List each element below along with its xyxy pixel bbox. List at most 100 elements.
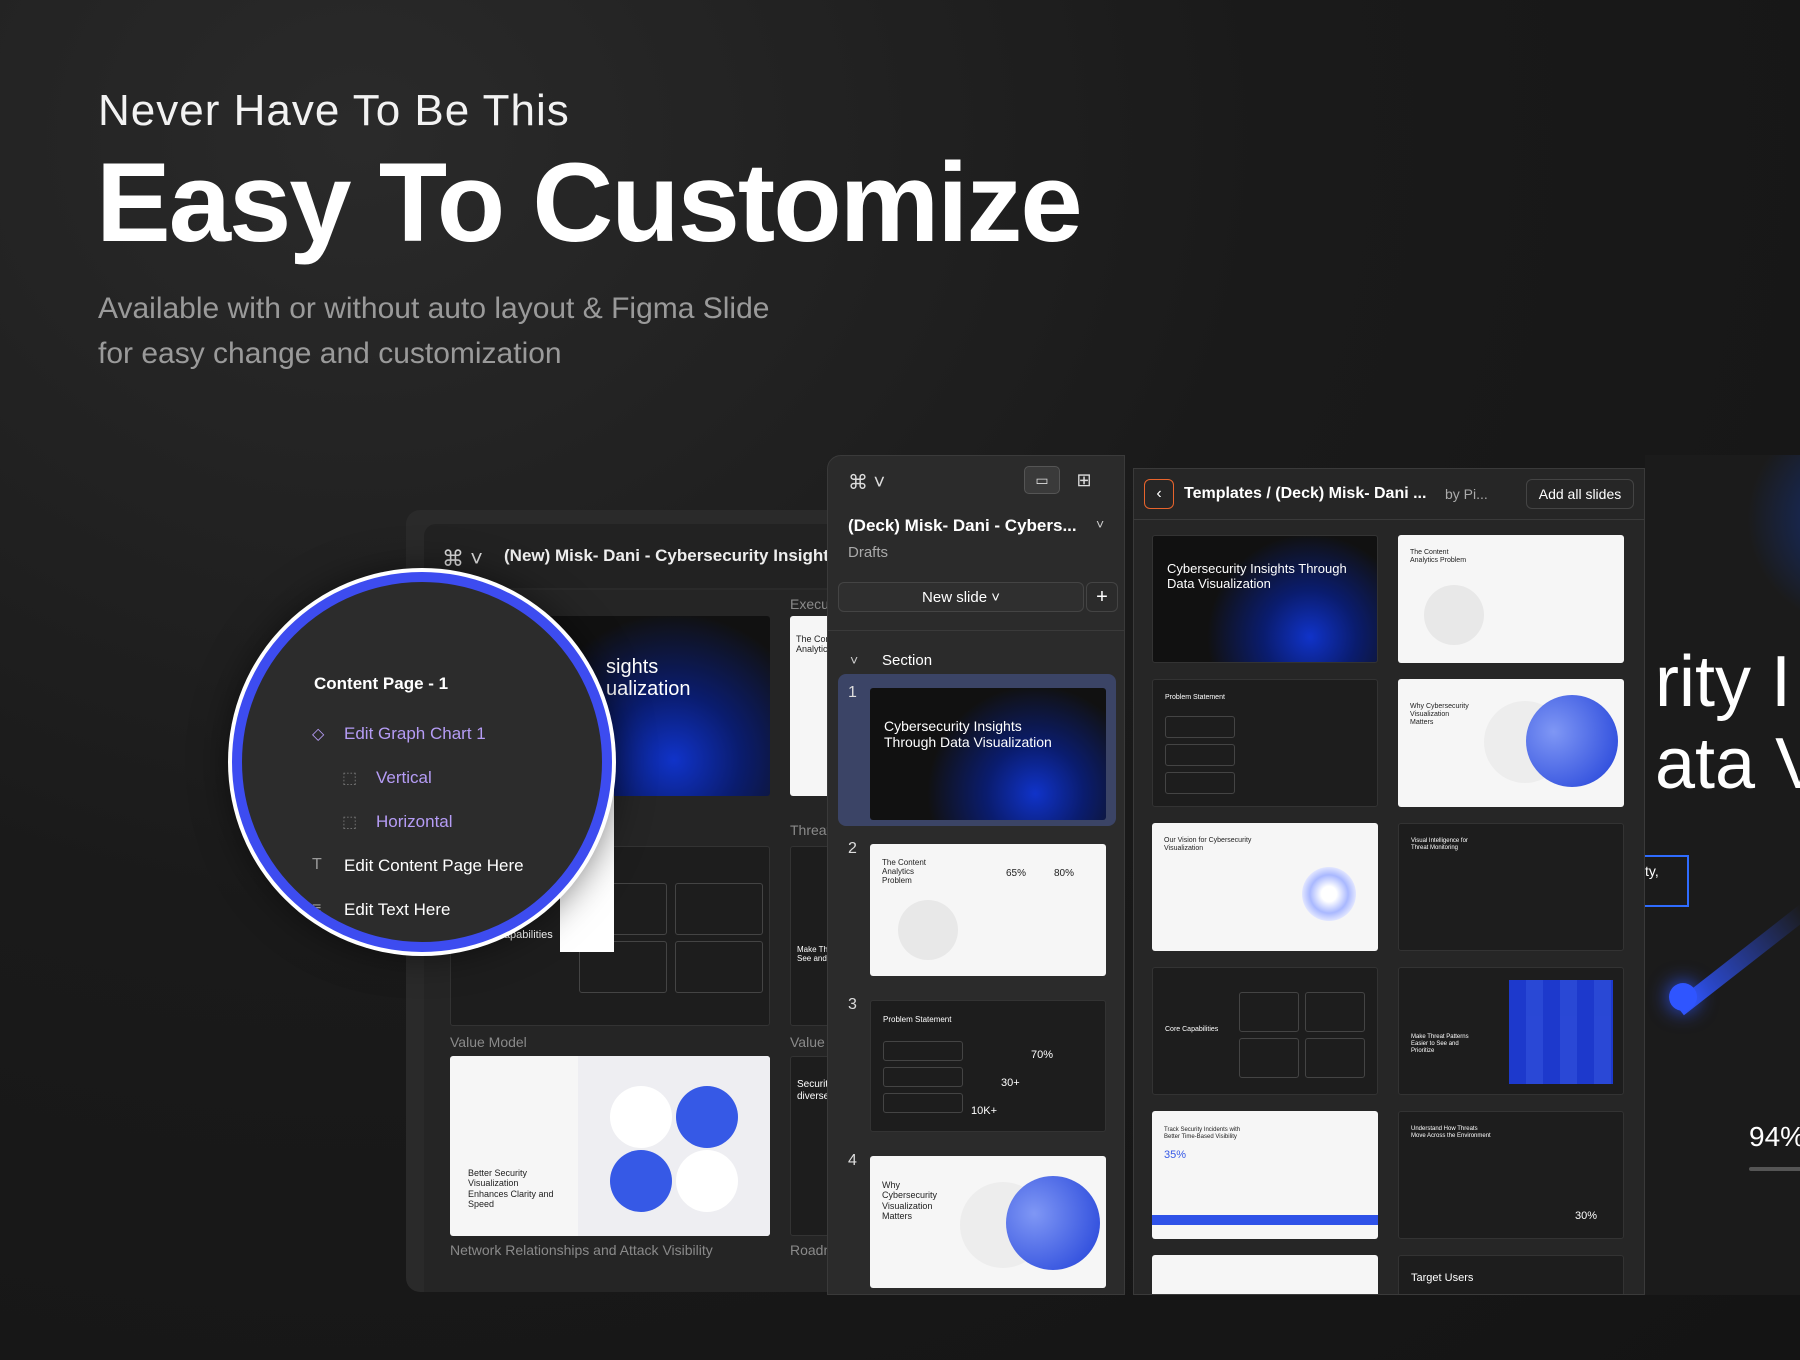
slide-2-stat: 80% (1054, 868, 1075, 879)
slide-2-circle (898, 900, 958, 960)
template-problem-box (1165, 772, 1235, 794)
template-thumb-core[interactable]: Core Capabilities (1152, 967, 1378, 1095)
slide-3-stat: 70% (1031, 1049, 1054, 1061)
hero-title: Easy To Customize (96, 140, 1083, 265)
slide-2-title: The Content Analytics Problem (882, 858, 927, 886)
slide-thumb-1[interactable]: Cybersecurity Insights Through Data Visu… (870, 688, 1106, 820)
template-thumb-heatmap[interactable]: Make Threat Patterns Easier to See and P… (1398, 967, 1624, 1095)
slide-3-stat: 10K+ (971, 1105, 997, 1117)
layer-edit-content-page[interactable]: Edit Content Page Here (344, 856, 524, 876)
thumb-venn-circle (610, 1086, 672, 1148)
template-thumb-track[interactable]: Track Security Incidents with Better Tim… (1152, 1111, 1378, 1239)
slide-thumb-4[interactable]: Why Cybersecurity Visualization Matters (870, 1156, 1106, 1288)
chevron-down-icon[interactable]: ˅ (850, 652, 858, 668)
template-track-bar (1152, 1215, 1378, 1225)
file-location: Drafts (848, 544, 889, 561)
thumb-cover-line-1: sights (606, 656, 659, 678)
preview-glow (1735, 455, 1800, 615)
template-thumb-vision[interactable]: Our Vision for Cybersecurity Visualizati… (1152, 823, 1378, 951)
layer-tittle[interactable]: Tittle (376, 942, 412, 952)
preview-text-box[interactable]: ty, (1645, 855, 1689, 907)
slide-3-box (883, 1041, 963, 1061)
template-visual-intel-title: Visual Intelligence for Threat Monitorin… (1411, 838, 1468, 851)
text-icon: T (312, 856, 322, 873)
template-heatmap-grid (1509, 980, 1613, 1084)
chevron-down-icon[interactable]: ˅ (1096, 516, 1104, 532)
template-thumb-visual-intel[interactable]: Visual Intelligence for Threat Monitorin… (1398, 823, 1624, 951)
new-slide-button[interactable]: New slide ˅ (838, 582, 1084, 612)
grid-view-icon[interactable]: ⊞ (1066, 466, 1102, 494)
hero-subtitle: Never Have To Be This (98, 86, 570, 135)
slide-number: 1 (848, 684, 857, 701)
template-thumb-next[interactable] (1152, 1255, 1378, 1294)
divider (1134, 519, 1644, 520)
slide-number: 2 (848, 840, 857, 857)
frame-label-network: Network Relationships and Attack Visibil… (450, 1242, 713, 1258)
instance-icon: ⬚ (342, 770, 358, 787)
thumb-venn-circle (676, 1086, 738, 1148)
sidebar-toggle-icon[interactable]: ▭ (1024, 466, 1060, 494)
template-problem-box (1165, 716, 1235, 738)
templates-panel: ‹ Templates / (Deck) Misk- Dani ... by P… (1133, 468, 1645, 1295)
layer-edit-graph-chart[interactable]: Edit Graph Chart 1 (344, 724, 486, 744)
template-core-card (1305, 1038, 1365, 1078)
slide-thumb-2[interactable]: The Content Analytics Problem 65% 80% (870, 844, 1106, 976)
add-all-slides-button[interactable]: Add all slides (1526, 479, 1634, 509)
template-core-card (1239, 992, 1299, 1032)
template-thumb-target[interactable]: Target Users (1398, 1255, 1624, 1294)
add-icon[interactable]: + (1086, 582, 1118, 612)
slide-number: 3 (848, 996, 857, 1013)
thumb-better-security-text: Better Security Visualization Enhances C… (468, 1168, 554, 1210)
preview-title-line-2: ata V (1655, 724, 1800, 804)
hero-description-line-2: for easy change and customization (98, 337, 562, 370)
back-icon[interactable]: ‹ (1144, 479, 1174, 509)
slide-3-title: Problem Statement (883, 1015, 952, 1024)
template-thumb-cover[interactable]: Cybersecurity Insights Through Data Visu… (1152, 535, 1378, 663)
figma-menu-icon[interactable]: ⌘ ˅ (848, 470, 885, 495)
layer-edit-text[interactable]: Edit Text Here (344, 900, 450, 920)
template-core-card (1239, 1038, 1299, 1078)
preview-scrollbar[interactable] (1749, 1167, 1800, 1171)
slides-panel: ⌘ ˅ ▭ ⊞ (Deck) Misk- Dani - Cybers... ˅ … (827, 455, 1125, 1295)
thumb-core-card (675, 883, 763, 935)
template-thumb-understand[interactable]: Understand How Threats Move Across the E… (1398, 1111, 1624, 1239)
layers-zoom-callout: Content Page - 1 ◇ Edit Graph Chart 1 ⬚ … (232, 572, 612, 952)
template-core-title: Core Capabilities (1165, 1026, 1219, 1033)
template-thumb-analytics[interactable]: The Content Analytics Problem (1398, 535, 1624, 663)
template-core-card (1305, 992, 1365, 1032)
thumb-venn-circle (676, 1150, 738, 1212)
templates-breadcrumb[interactable]: Templates / (Deck) Misk- Dani ... (1184, 485, 1426, 503)
template-track-stat: 35% (1164, 1149, 1187, 1161)
hero-description: Available with or without auto layout & … (98, 286, 858, 376)
thumb-venn-circle (610, 1150, 672, 1212)
slide-2-stat: 65% (1006, 868, 1027, 879)
layer-horizontal[interactable]: Horizontal (376, 812, 453, 832)
preview-beam (1674, 904, 1800, 1016)
instance-icon: ⬚ (342, 814, 358, 831)
preview-title-line-1: rity I (1655, 642, 1791, 722)
template-problem-box (1165, 744, 1235, 766)
template-thumb-problem[interactable]: Problem Statement (1152, 679, 1378, 807)
slide-3-box (883, 1067, 963, 1087)
template-track-title: Track Security Incidents with Better Tim… (1164, 1127, 1241, 1140)
preview-box-text: ty, (1645, 863, 1659, 879)
slide-thumb-3[interactable]: Problem Statement 70% 30+ 10K+ (870, 1000, 1106, 1132)
slide-preview: rity I ata V ty, 94% (1645, 455, 1800, 1295)
thumb-cover-line-2: ualization (606, 678, 691, 700)
preview-stat: 94% (1749, 1121, 1800, 1152)
figma-logo-icon[interactable]: ⌘ ˅ (442, 546, 483, 572)
template-target-title: Target Users (1411, 1272, 1474, 1284)
slide-3-box (883, 1093, 963, 1113)
component-icon: ◇ (312, 726, 325, 743)
template-thumb-why[interactable]: Why Cybersecurity Visualization Matters (1398, 679, 1624, 807)
template-problem-title: Problem Statement (1165, 694, 1225, 701)
file-title[interactable]: (Deck) Misk- Dani - Cybers... (848, 516, 1077, 536)
back-window-doc-title: (New) Misk- Dani - Cybersecurity Insight… (504, 546, 839, 565)
template-why-circle (1526, 695, 1618, 787)
template-vision-title: Our Vision for Cybersecurity Visualizati… (1164, 837, 1252, 853)
canvas-thumb-better-security[interactable]: Better Security Visualization Enhances C… (450, 1056, 770, 1236)
layer-vertical[interactable]: Vertical (376, 768, 432, 788)
frame-label-value-model: Value Model (450, 1034, 527, 1050)
layer-content-page[interactable]: Content Page - 1 (314, 674, 448, 694)
template-cover-title: Cybersecurity Insights Through Data Visu… (1167, 561, 1347, 591)
